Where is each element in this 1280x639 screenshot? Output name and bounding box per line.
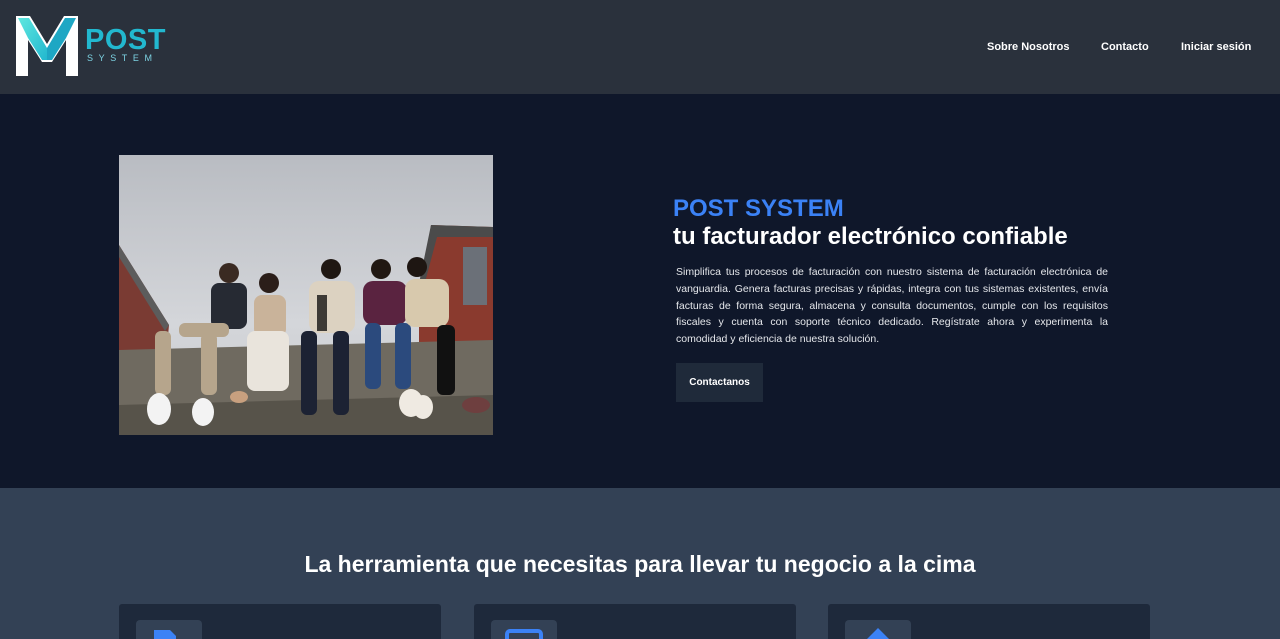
nav-link-sobre-nosotros[interactable]: Sobre Nosotros xyxy=(987,41,1070,53)
features-heading: La herramienta que necesitas para llevar… xyxy=(304,551,976,577)
monitor-icon xyxy=(505,629,543,639)
feature-icon-box xyxy=(136,620,202,639)
home-icon xyxy=(867,628,889,639)
feature-card[interactable] xyxy=(474,604,796,639)
features-section: La herramienta que necesitas para llevar… xyxy=(0,488,1280,639)
nav-link-iniciar-sesion[interactable]: Iniciar sesión xyxy=(1181,41,1251,53)
brand-logo[interactable]: POST SYSTEM xyxy=(12,10,165,80)
document-icon xyxy=(154,630,176,639)
hero-title: POST SYSTEM xyxy=(673,195,844,222)
site-header: POST SYSTEM Sobre Nosotros Contacto Inic… xyxy=(0,0,1280,94)
hero-description: Simplifica tus procesos de facturación c… xyxy=(676,266,1108,346)
feature-icon-box xyxy=(491,620,557,639)
hero-subtitle: tu facturador electrónico confiable xyxy=(673,223,1068,250)
team-photo xyxy=(119,155,493,435)
hero-section: POST SYSTEM tu facturador electrónico co… xyxy=(0,94,1280,488)
logo-system-text: SYSTEM xyxy=(87,53,158,63)
nav-link-contacto[interactable]: Contacto xyxy=(1101,41,1149,53)
feature-icon-box xyxy=(845,620,911,639)
feature-card[interactable] xyxy=(119,604,441,639)
feature-card[interactable] xyxy=(828,604,1150,639)
logo-post-text: POST xyxy=(85,24,166,56)
logo-m-icon xyxy=(16,16,78,76)
contact-button[interactable]: Contactanos xyxy=(676,363,763,402)
